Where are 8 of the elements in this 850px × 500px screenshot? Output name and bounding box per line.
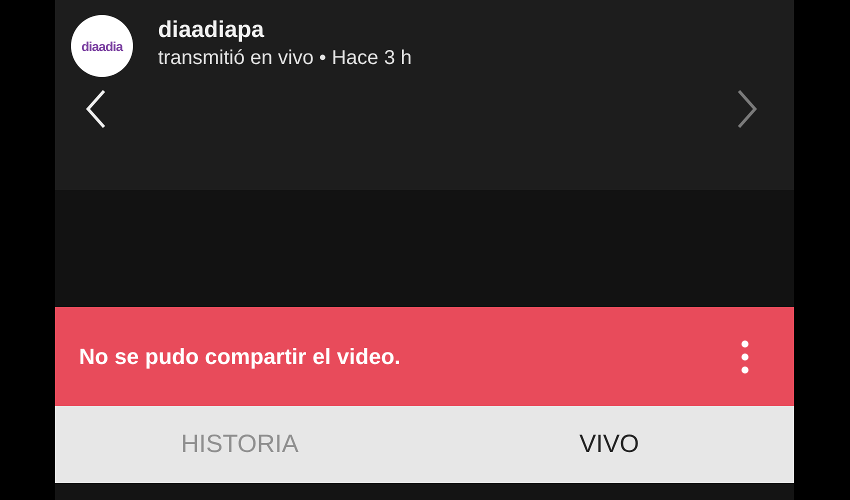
- more-options-icon[interactable]: [741, 340, 749, 374]
- avatar[interactable]: diaadia: [71, 15, 133, 77]
- back-chevron-icon[interactable]: [85, 89, 107, 129]
- error-message: No se pudo compartir el video.: [79, 344, 401, 370]
- tab[interactable]: VIVO: [571, 426, 648, 463]
- username[interactable]: diaadiapa: [158, 16, 412, 43]
- post-subtitle: transmitió en vivo • Hace 3 h: [158, 47, 412, 70]
- avatar-logo: diaadia: [81, 38, 123, 54]
